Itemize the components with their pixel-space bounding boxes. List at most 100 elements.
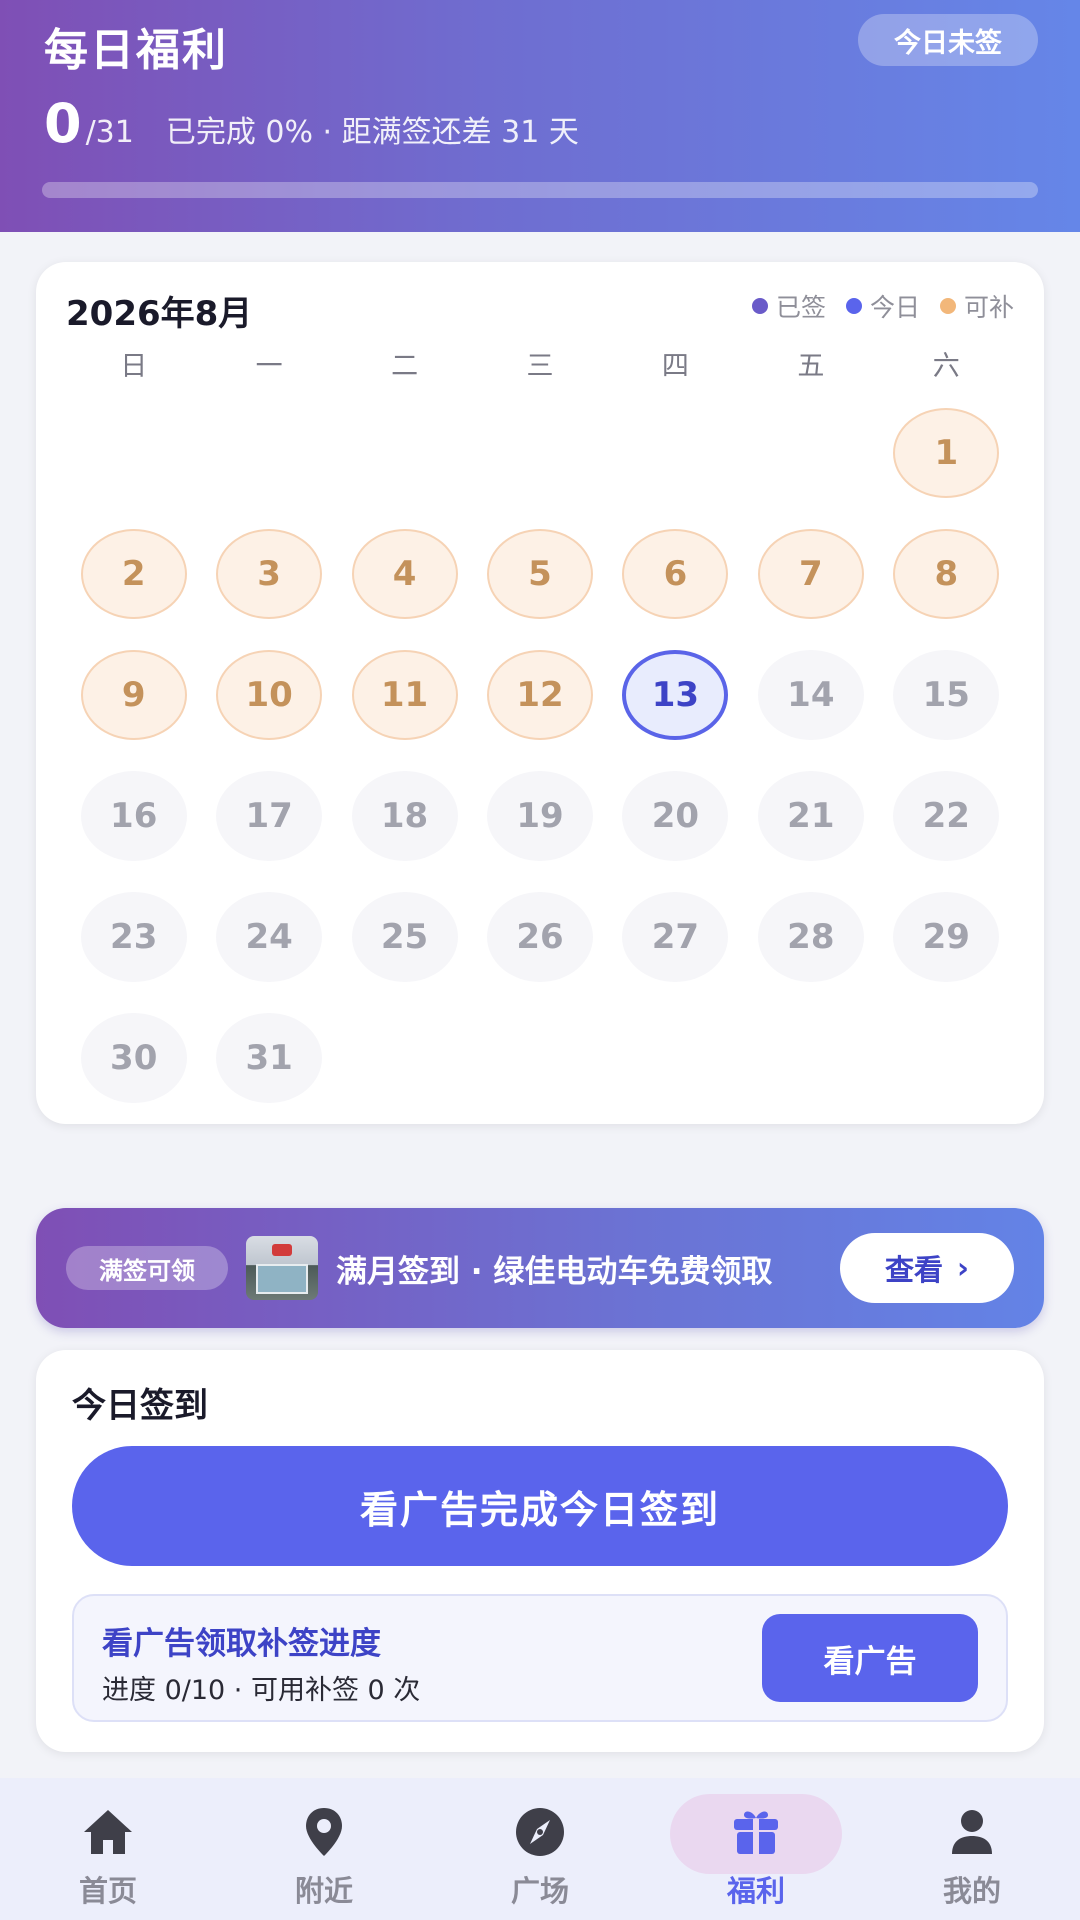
calendar-blank-cell [337,392,472,513]
calendar-day-future: 14 [757,649,864,740]
calendar-day-future: 15 [893,649,1000,740]
calendar-legend: 已签 今日 可补 [751,288,1014,324]
calendar-day-future: 24 [216,891,323,982]
chevron-right-icon: › [957,1251,969,1285]
calendar-day-makeup[interactable]: 4 [351,528,458,619]
makeup-description: 进度 0/10 · 可用补签 0 次 [102,1675,421,1706]
weekday-label: 一 [255,351,283,382]
bottom-navigation: 首页 附近 广场 福利 我的 [0,1778,1080,1920]
calendar-day-makeup[interactable]: 5 [486,528,593,619]
makeup-title: 看广告领取补签进度 [102,1626,381,1662]
weekday-label: 四 [661,351,689,382]
calendar-day-cell: 3 [201,513,336,634]
calendar-day-future: 17 [216,770,323,861]
calendar-day-cell: 9 [66,634,201,755]
calendar-day-future: 27 [622,891,729,982]
calendar-day-cell: 25 [337,876,472,997]
view-reward-button[interactable]: 查看 › [840,1233,1014,1303]
progress-bar [42,182,1038,198]
calendar-day-cell: 24 [201,876,336,997]
calendar-blank-cell [201,392,336,513]
weekday-header: 日一二三四五六 [66,344,1014,384]
calendar-day-cell: 27 [608,876,743,997]
calendar-day-cell: 26 [472,876,607,997]
reward-tag: 满签可领 [66,1246,228,1290]
calendar-day-cell: 4 [337,513,472,634]
calendar-day-cell: 22 [879,755,1014,876]
calendar-day-cell: 7 [743,513,878,634]
nav-item-square[interactable]: 广场 [432,1778,648,1920]
calendar-day-cell: 29 [879,876,1014,997]
calendar-day-cell: 23 [66,876,201,997]
view-reward-label: 查看 [885,1253,944,1287]
legend-item-signed: 已签 [751,288,826,324]
calendar-card: 2026年8月 已签 今日 可补 日一二三四五六 1 2 3 4 5 6 7 8 9 10 11 12… [36,262,1044,1124]
calendar-day-cell: 8 [879,513,1014,634]
legend-dot-today [845,298,862,314]
calendar-days-grid: 1 2 3 4 5 6 7 8 9 10 11 12 13 14 15 16 17 18 19 20 21 22 23 24 2… [66,392,1014,1118]
calendar-day-cell: 19 [472,755,607,876]
sign-card-title: 今日签到 [72,1386,208,1426]
calendar-day-cell: 21 [743,755,878,876]
nav-item-welfare[interactable]: 福利 [648,1778,864,1920]
calendar-day-cell: 1 [879,392,1014,513]
calendar-day-cell: 6 [608,513,743,634]
full-month-reward-banner[interactable]: 满签可领 满月签到 · 绿佳电动车免费领取 查看 › [36,1208,1044,1328]
calendar-day-cell: 10 [201,634,336,755]
calendar-day-future: 30 [80,1012,187,1103]
nav-label-home: 首页 [78,1874,137,1908]
calendar-day-makeup[interactable]: 2 [80,528,187,619]
watch-ad-sign-in-button[interactable]: 看广告完成今日签到 [72,1446,1008,1566]
calendar-day-cell: 16 [66,755,201,876]
watch-ad-button[interactable]: 看广告 [762,1614,978,1702]
reward-text: 满月签到 · 绿佳电动车免费领取 [336,1254,773,1290]
calendar-day-cell: 17 [201,755,336,876]
nav-item-me[interactable]: 我的 [864,1778,1080,1920]
store-front-shape [256,1264,308,1294]
nav-item-home[interactable]: 首页 [0,1778,216,1920]
calendar-day-makeup[interactable]: 11 [351,649,458,740]
calendar-day-makeup[interactable]: 1 [893,407,1000,498]
calendar-day-today[interactable]: 13 [622,649,729,740]
calendar-blank-cell [66,392,201,513]
nav-label-square: 广场 [510,1874,569,1908]
calendar-day-makeup[interactable]: 10 [216,649,323,740]
calendar-day-future: 26 [486,891,593,982]
calendar-day-future: 16 [80,770,187,861]
calendar-day-cell: 28 [743,876,878,997]
calendar-day-cell: 18 [337,755,472,876]
welfare-header: 每日福利 今日未签 0 /31 已完成 0% · 距满签还差 31 天 [0,0,1080,232]
calendar-day-future: 22 [893,770,1000,861]
calendar-day-makeup[interactable]: 12 [486,649,593,740]
calendar-day-future: 18 [351,770,458,861]
legend-dot-signed [751,298,768,314]
compass-icon [516,1808,564,1856]
nav-item-nearby[interactable]: 附近 [216,1778,432,1920]
calendar-day-future: 31 [216,1012,323,1103]
calendar-day-makeup[interactable]: 8 [893,528,1000,619]
progress-summary: 0 /31 已完成 0% · 距满签还差 31 天 [44,92,579,155]
calendar-day-makeup[interactable]: 7 [757,528,864,619]
calendar-day-makeup[interactable]: 3 [216,528,323,619]
weekday-label: 三 [526,351,554,382]
nav-label-welfare: 福利 [726,1874,785,1908]
makeup-progress-box: 看广告领取补签进度 进度 0/10 · 可用补签 0 次 看广告 [72,1594,1008,1722]
calendar-day-cell: 13 [608,634,743,755]
calendar-day-cell: 15 [879,634,1014,755]
calendar-blank-cell [472,392,607,513]
calendar-day-makeup[interactable]: 6 [622,528,729,619]
calendar-day-makeup[interactable]: 9 [80,649,187,740]
calendar-day-future: 23 [80,891,187,982]
calendar-blank-cell [743,392,878,513]
user-icon [952,1810,992,1854]
calendar-day-cell: 12 [472,634,607,755]
weekday-label: 日 [120,351,148,382]
calendar-day-cell: 30 [66,997,201,1118]
home-icon [84,1810,132,1854]
store-sign-shape [272,1244,292,1256]
calendar-day-future: 21 [757,770,864,861]
daily-sign-card: 今日签到 看广告完成今日签到 看广告领取补签进度 进度 0/10 · 可用补签 … [36,1350,1044,1752]
weekday-label: 二 [391,351,419,382]
calendar-day-cell: 31 [201,997,336,1118]
calendar-day-cell: 2 [66,513,201,634]
